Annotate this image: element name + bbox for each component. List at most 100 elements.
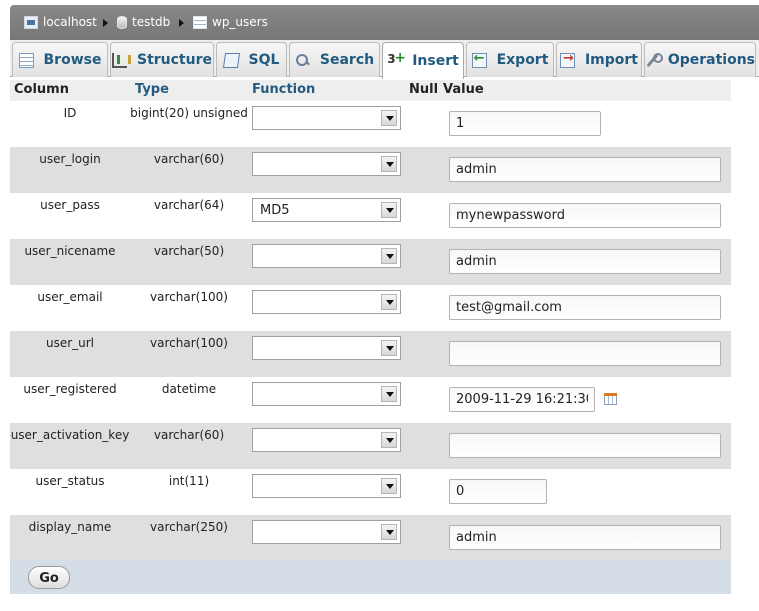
dropdown-arrow-icon[interactable] <box>381 294 397 310</box>
dropdown-arrow-icon[interactable] <box>381 524 397 540</box>
breadcrumb-server[interactable]: localhost <box>24 15 97 29</box>
tab-structure[interactable]: Structure <box>110 42 214 77</box>
column-name: user_nicename <box>24 244 116 258</box>
column-type: datetime <box>161 382 217 396</box>
column-name: ID <box>63 106 77 120</box>
function-select[interactable] <box>252 474 401 498</box>
dropdown-arrow-icon[interactable] <box>381 386 397 402</box>
column-name: user_registered <box>23 382 117 396</box>
column-name: user_status <box>35 474 105 488</box>
breadcrumb-database-label[interactable]: testdb <box>132 15 170 29</box>
go-button[interactable]: Go <box>28 566 70 589</box>
tab-import[interactable]: Import <box>556 42 642 77</box>
tab-browse-label: Browse <box>43 52 102 68</box>
header-value: Value <box>443 82 484 97</box>
export-icon <box>471 51 487 68</box>
breadcrumb-table[interactable]: wp_users <box>193 15 268 29</box>
breadcrumb: localhost testdb wp_users <box>10 5 759 40</box>
column-type: varchar(60) <box>153 152 225 166</box>
header-column: Column <box>14 82 69 97</box>
value-input[interactable] <box>449 111 601 136</box>
tab-bar: Browse Structure SQL Search Insert Expor… <box>10 40 759 79</box>
column-name: user_activation_key <box>10 428 130 442</box>
table-row: user_login varchar(60) <box>10 147 731 193</box>
tab-browse[interactable]: Browse <box>12 42 108 77</box>
function-select[interactable] <box>252 520 401 544</box>
value-input[interactable] <box>449 295 721 320</box>
function-select[interactable] <box>252 106 401 130</box>
tab-insert-label: Insert <box>412 53 459 69</box>
value-input[interactable] <box>449 249 721 274</box>
browse-icon <box>18 52 34 68</box>
table-row: display_name varchar(250) <box>10 515 731 561</box>
table-row: user_status int(11) <box>10 469 731 515</box>
tab-import-label: Import <box>584 52 639 68</box>
table-row: ID bigint(20) unsigned <box>10 101 731 147</box>
tab-export[interactable]: Export <box>466 42 554 77</box>
sql-icon <box>222 52 240 68</box>
table-row: user_activation_key varchar(60) <box>10 423 731 469</box>
function-select[interactable] <box>252 382 401 406</box>
dropdown-arrow-icon[interactable] <box>381 156 397 172</box>
tab-search[interactable]: Search <box>289 42 380 77</box>
form-footer: Go <box>10 560 731 594</box>
server-icon <box>24 15 38 29</box>
column-name: user_url <box>45 336 95 350</box>
dropdown-arrow-icon[interactable] <box>381 478 397 494</box>
breadcrumb-server-label[interactable]: localhost <box>43 15 97 29</box>
value-input[interactable] <box>449 341 721 366</box>
search-icon <box>295 53 310 68</box>
breadcrumb-database[interactable]: testdb <box>117 15 170 29</box>
function-select[interactable] <box>252 244 401 268</box>
value-input[interactable] <box>449 433 721 458</box>
value-input[interactable] <box>449 525 721 550</box>
column-type: varchar(64) <box>153 198 225 212</box>
insert-icon <box>387 50 406 69</box>
column-type: varchar(100) <box>150 336 228 350</box>
tab-operations-label: Operations <box>667 52 755 68</box>
tab-sql-label: SQL <box>248 52 280 68</box>
column-type: varchar(100) <box>150 290 228 304</box>
function-select[interactable] <box>252 152 401 176</box>
column-name: user_login <box>39 152 101 166</box>
tab-insert[interactable]: Insert <box>382 42 464 79</box>
value-input[interactable] <box>449 203 721 228</box>
column-name: user_email <box>37 290 103 304</box>
column-type: varchar(60) <box>153 428 225 442</box>
function-select[interactable] <box>252 428 401 452</box>
tab-operations[interactable]: Operations <box>644 42 756 77</box>
table-row: user_nicename varchar(50) <box>10 239 731 285</box>
tab-sql[interactable]: SQL <box>216 42 287 77</box>
column-type: varchar(250) <box>150 520 228 534</box>
column-type: bigint(20) unsigned <box>130 106 248 120</box>
table-header: Column Type Function Null Value <box>10 80 731 101</box>
breadcrumb-separator-icon <box>103 19 108 27</box>
breadcrumb-table-label[interactable]: wp_users <box>212 15 268 29</box>
header-function[interactable]: Function <box>252 82 315 97</box>
structure-icon <box>111 52 131 68</box>
database-icon <box>117 15 127 29</box>
dropdown-arrow-icon[interactable] <box>381 340 397 356</box>
function-select[interactable]: MD5 <box>252 198 401 222</box>
function-select[interactable] <box>252 336 401 360</box>
column-type: varchar(50) <box>153 244 225 258</box>
table-row: user_url varchar(100) <box>10 331 731 377</box>
value-input[interactable] <box>449 157 721 182</box>
table-icon <box>193 15 207 29</box>
table-row: user_pass varchar(64) MD5 <box>10 193 731 239</box>
dropdown-arrow-icon[interactable] <box>381 432 397 448</box>
tab-export-label: Export <box>496 52 549 68</box>
column-name: display_name <box>28 520 112 534</box>
operations-icon <box>645 52 663 68</box>
column-type: int(11) <box>168 474 210 488</box>
header-null: Null <box>409 82 439 97</box>
calendar-icon[interactable] <box>604 393 617 405</box>
dropdown-arrow-icon[interactable] <box>381 110 397 126</box>
value-input[interactable] <box>449 479 547 504</box>
dropdown-arrow-icon[interactable] <box>381 248 397 264</box>
dropdown-arrow-icon[interactable] <box>381 202 397 218</box>
value-input[interactable] <box>449 387 595 412</box>
breadcrumb-separator-icon <box>179 19 184 27</box>
header-type[interactable]: Type <box>135 82 169 97</box>
function-select[interactable] <box>252 290 401 314</box>
